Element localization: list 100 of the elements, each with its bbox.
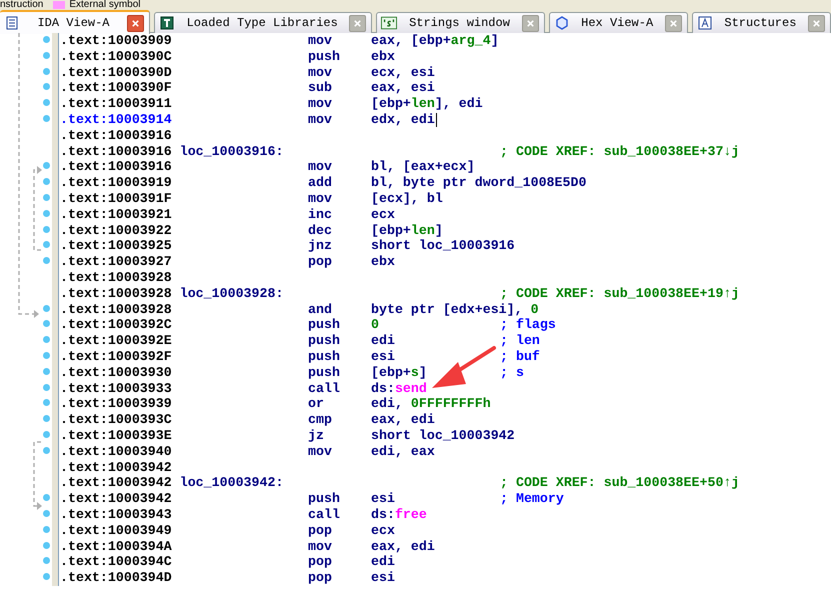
tab[interactable]: Strings window bbox=[376, 12, 545, 33]
instruction-mnemonic: pop bbox=[308, 522, 332, 538]
instruction-mnemonic: mov bbox=[308, 444, 332, 459]
instruction-mnemonic: dec bbox=[308, 222, 332, 238]
breakpoint-dot[interactable] bbox=[43, 320, 50, 328]
tab[interactable]: Structures bbox=[692, 12, 831, 33]
instruction-operands: bl, byte ptr dword_1008E5D0 bbox=[371, 175, 586, 191]
address-label: .text:10003922 bbox=[60, 222, 172, 238]
address-label: .text:10003925 bbox=[60, 238, 172, 254]
code-comment: ; CODE XREF: sub_100038EE+37↓j bbox=[500, 144, 740, 160]
address-label: .text:1000394D bbox=[60, 570, 172, 586]
breakpoint-dot[interactable] bbox=[43, 557, 50, 564]
address-label: .text:10003943 bbox=[60, 506, 172, 523]
breakpoint-dot[interactable] bbox=[43, 99, 50, 106]
address-label: .text:10003921 bbox=[60, 206, 172, 223]
tab[interactable]: Hex View-A bbox=[548, 12, 688, 33]
close-icon[interactable] bbox=[349, 14, 366, 32]
close-icon[interactable] bbox=[522, 14, 539, 32]
instruction-mnemonic: mov bbox=[308, 159, 332, 174]
instruction-operands: bl, [eax+ecx] bbox=[371, 159, 475, 176]
instruction-mnemonic: mov bbox=[308, 64, 332, 80]
breakpoint-dot[interactable] bbox=[43, 304, 50, 312]
address-label: .text:10003940 bbox=[60, 444, 172, 460]
code-comment: ; s bbox=[500, 364, 524, 381]
address-label: .text:1000393C bbox=[60, 412, 172, 428]
instruction-operands: edi bbox=[371, 554, 395, 570]
instruction-operands: 0 bbox=[371, 317, 379, 334]
breakpoint-dot[interactable] bbox=[43, 68, 50, 75]
address-label: .text:10003928 bbox=[60, 286, 172, 302]
address-label: .text:1000390C bbox=[60, 48, 172, 65]
code-label: loc_10003928: bbox=[180, 286, 284, 302]
breakpoint-dot[interactable] bbox=[43, 368, 50, 375]
breakpoint-dot[interactable] bbox=[43, 210, 50, 217]
breakpoint-dot[interactable] bbox=[43, 494, 50, 502]
instruction-mnemonic: mov bbox=[308, 190, 332, 206]
breakpoint-dot[interactable] bbox=[43, 178, 50, 186]
code-comment: ; CODE XREF: sub_100038EE+19↑j bbox=[500, 286, 740, 302]
breakpoint-dot[interactable] bbox=[43, 336, 50, 344]
instruction-operands: edx, edi bbox=[371, 112, 435, 128]
close-icon[interactable] bbox=[808, 14, 826, 32]
breakpoint-dot[interactable] bbox=[43, 526, 50, 533]
breakpoint-dot[interactable] bbox=[43, 52, 50, 59]
instruction-mnemonic: pop bbox=[308, 254, 332, 270]
address-label: .text:10003927 bbox=[60, 254, 172, 270]
breakpoint-dot[interactable] bbox=[43, 446, 50, 454]
breakpoint-dot[interactable] bbox=[43, 114, 50, 122]
close-icon[interactable] bbox=[127, 14, 144, 32]
address-label: .text:10003930 bbox=[60, 364, 172, 381]
breakpoint-dot[interactable] bbox=[43, 257, 50, 264]
breakpoint-dot[interactable] bbox=[43, 241, 50, 248]
address-label: .text:10003949 bbox=[60, 522, 172, 538]
instruction-operands: esi bbox=[371, 348, 395, 365]
breakpoint-dot[interactable] bbox=[43, 510, 50, 517]
breakpoint-dot[interactable] bbox=[43, 384, 50, 391]
address-label: .text:10003916 bbox=[60, 144, 172, 160]
instruction-mnemonic: inc bbox=[308, 206, 332, 222]
instruction-mnemonic: push bbox=[308, 317, 340, 332]
library-icon bbox=[159, 16, 175, 30]
breakpoint-dot[interactable] bbox=[43, 542, 50, 548]
strings-icon bbox=[381, 16, 398, 30]
document-icon bbox=[4, 16, 20, 30]
code-comment: ; CODE XREF: sub_100038EE+50↑j bbox=[500, 475, 740, 492]
address-label: .text:10003916 bbox=[60, 128, 172, 144]
breakpoint-dot[interactable] bbox=[43, 573, 50, 580]
breakpoint-dot[interactable] bbox=[43, 352, 50, 359]
instruction-operands: [ebp+len], edi bbox=[371, 96, 483, 112]
instruction-mnemonic: call bbox=[308, 380, 340, 396]
code-label: loc_10003942: bbox=[180, 475, 284, 492]
address-label: .text:1000390D bbox=[60, 64, 172, 80]
instruction-mnemonic: mov bbox=[308, 96, 332, 112]
instruction-operands: ds:free bbox=[371, 506, 427, 523]
address-label: .text:1000392E bbox=[60, 333, 172, 349]
instruction-mnemonic: push bbox=[308, 491, 340, 506]
address-label: .text:10003939 bbox=[60, 396, 172, 412]
instruction-mnemonic: push bbox=[308, 364, 340, 380]
address-label: .text:1000390F bbox=[60, 80, 172, 96]
breakpoint-dot[interactable] bbox=[43, 83, 50, 90]
close-icon[interactable] bbox=[664, 14, 682, 32]
breakpoint-dot[interactable] bbox=[43, 399, 50, 406]
instruction-mnemonic: mov bbox=[308, 112, 332, 127]
tab[interactable]: IDA View-A bbox=[0, 10, 150, 34]
breakpoint-dot[interactable] bbox=[43, 226, 50, 233]
breakpoint-dot[interactable] bbox=[43, 415, 50, 422]
instruction-mnemonic: pop bbox=[308, 554, 332, 570]
tab[interactable]: Loaded Type Libraries bbox=[154, 12, 372, 33]
instruction-mnemonic: call bbox=[308, 506, 340, 522]
code-comment: ; flags bbox=[500, 317, 556, 334]
instruction-mnemonic: push bbox=[308, 48, 340, 64]
instruction-operands: short loc_10003942 bbox=[371, 428, 515, 444]
code-label: loc_10003916: bbox=[180, 144, 284, 160]
instruction-operands: short loc_10003916 bbox=[371, 238, 515, 254]
instruction-mnemonic: jz bbox=[308, 428, 324, 443]
instruction-operands: ecx, esi bbox=[371, 64, 435, 80]
breakpoint-dot[interactable] bbox=[43, 194, 50, 201]
address-label: .text:10003942 bbox=[60, 460, 172, 476]
instruction-mnemonic: jnz bbox=[308, 238, 332, 254]
breakpoint-dot[interactable] bbox=[43, 36, 50, 43]
address-label: .text:10003911 bbox=[60, 96, 172, 112]
breakpoint-dot[interactable] bbox=[43, 162, 50, 170]
breakpoint-dot[interactable] bbox=[43, 430, 50, 438]
